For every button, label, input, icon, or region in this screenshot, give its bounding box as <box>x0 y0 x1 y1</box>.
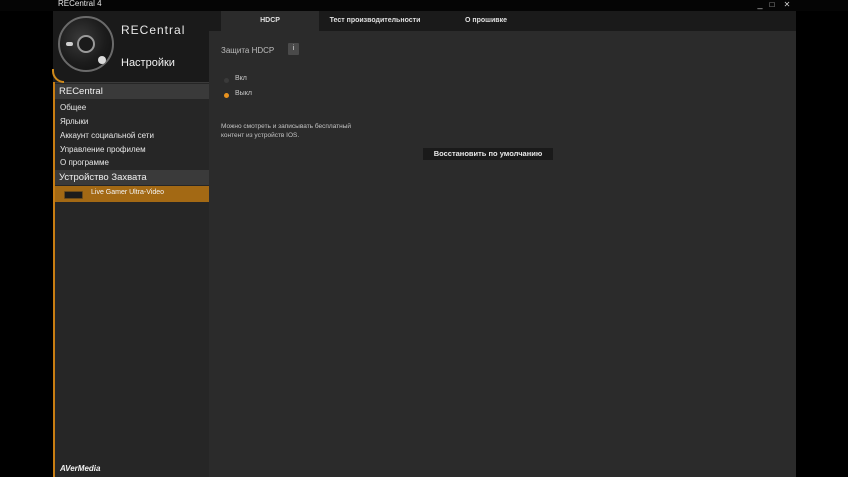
sidebar-item-device[interactable]: Live Gamer Ultra-Video <box>55 186 209 202</box>
avermedia-logo: AVerMedia <box>60 464 101 473</box>
logo-area: RECentral Настройки <box>52 11 209 83</box>
hdcp-label: Защита HDCP <box>221 46 275 55</box>
hdcp-panel: Защита HDCP i Вкл Выкл Можно смотреть и … <box>209 31 796 477</box>
close-button[interactable]: ✕ <box>781 0 793 10</box>
maximize-button[interactable]: □ <box>766 0 778 10</box>
accent-arc <box>52 69 64 83</box>
description-line-2: контент из устройств IOS. <box>221 132 300 139</box>
info-button[interactable]: i <box>288 43 299 55</box>
disc-dot-icon <box>98 56 106 64</box>
disc-pill-icon <box>66 42 73 46</box>
accent-line <box>53 82 55 477</box>
brand-logo: RECentral <box>121 23 186 37</box>
hdcp-description: Можно смотреть и записывать бесплатный к… <box>221 122 381 140</box>
sidebar: RECentral Настройки RECentral Общее Ярлы… <box>52 11 209 477</box>
nav-header-capture-device: Устройство Захвата <box>55 170 209 185</box>
radio-off-label[interactable]: Выкл <box>235 90 252 97</box>
radio-on[interactable] <box>224 78 229 83</box>
title-bar: RECentral 4 _ □ ✕ <box>0 0 848 11</box>
description-line-1: Можно смотреть и записывать бесплатный <box>221 123 352 130</box>
nav-header-recentral: RECentral <box>55 84 209 99</box>
minimize-button[interactable]: _ <box>754 0 766 10</box>
sidebar-item-profile[interactable]: Управление профилем <box>60 145 146 154</box>
tab-bar: HDCP Тест производительности О прошивке <box>209 11 796 31</box>
app-window: RECentral Настройки RECentral Общее Ярлы… <box>52 11 796 477</box>
record-disc-icon[interactable] <box>58 16 114 72</box>
sidebar-item-general[interactable]: Общее <box>60 103 86 112</box>
sidebar-item-shortcuts[interactable]: Ярлыки <box>60 117 88 126</box>
restore-defaults-button[interactable]: Восстановить по умолчанию <box>423 148 553 160</box>
radio-off[interactable] <box>224 93 229 98</box>
sidebar-item-social-account[interactable]: Аккаунт социальной сети <box>60 131 154 140</box>
device-label: Live Gamer Ultra-Video <box>91 189 165 196</box>
radio-on-label[interactable]: Вкл <box>235 75 247 82</box>
page-title: Настройки <box>121 57 175 69</box>
sidebar-item-about[interactable]: О программе <box>60 158 109 167</box>
tab-hdcp[interactable]: HDCP <box>221 11 319 31</box>
tab-firmware[interactable]: О прошивке <box>441 11 531 31</box>
window-title: RECentral 4 <box>58 0 102 8</box>
tab-performance-test[interactable]: Тест производительности <box>323 11 427 31</box>
capture-device-icon <box>64 191 83 199</box>
disc-center-icon <box>77 35 95 53</box>
